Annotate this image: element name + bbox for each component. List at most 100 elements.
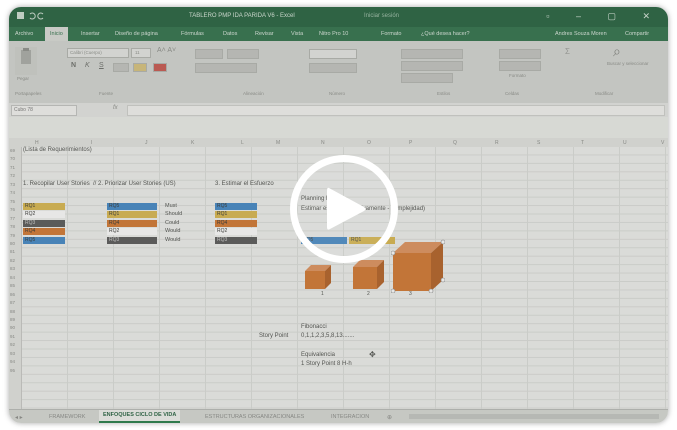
insert-cells-button[interactable]: [499, 49, 541, 59]
share-button[interactable]: Compartir: [625, 31, 649, 37]
wrap-text-button[interactable]: [227, 49, 259, 59]
tab-datos[interactable]: Datos: [223, 31, 237, 37]
underline-button[interactable]: S: [99, 62, 104, 69]
requirement-cell[interactable]: RQ3: [107, 236, 157, 244]
row-header[interactable]: 90: [10, 325, 15, 330]
sheet-tab-estructuras[interactable]: ESTRUCTURAS ORGANIZACIONALES: [205, 414, 304, 420]
requirement-cell[interactable]: RQ4: [23, 228, 65, 236]
row-header[interactable]: 84: [10, 275, 15, 280]
row-header[interactable]: 82: [10, 258, 15, 263]
row-header[interactable]: 71: [10, 165, 15, 170]
row-header[interactable]: 78: [10, 224, 15, 229]
col-s[interactable]: S: [537, 140, 540, 146]
col-j[interactable]: J: [145, 140, 148, 146]
requirement-cell[interactable]: RQ4: [215, 219, 257, 227]
row-header[interactable]: 74: [10, 190, 15, 195]
video-thumbnail[interactable]: TABLERO PMP IDA PARIDA V6 - Excel Inicia…: [9, 7, 668, 423]
cube-medium[interactable]: [351, 257, 385, 291]
number-buttons[interactable]: [309, 63, 357, 73]
redo-icon[interactable]: [37, 12, 44, 20]
align-top-button[interactable]: [195, 49, 223, 59]
row-header[interactable]: 91: [10, 334, 15, 339]
row-header[interactable]: 88: [10, 309, 15, 314]
row-header[interactable]: 79: [10, 233, 15, 238]
tab-diseno[interactable]: Diseño de página: [115, 31, 158, 37]
cube-large[interactable]: [391, 239, 445, 293]
col-u[interactable]: U: [623, 140, 627, 146]
format-as-table-button[interactable]: [401, 61, 463, 71]
number-format-select[interactable]: [309, 49, 357, 59]
user-name[interactable]: Andres Souza Moren: [555, 31, 607, 37]
row-header[interactable]: 89: [10, 317, 15, 322]
row-header[interactable]: 87: [10, 300, 15, 305]
requirement-cell[interactable]: RQ4: [107, 219, 157, 227]
play-button[interactable]: [290, 155, 398, 263]
undo-icon[interactable]: [29, 12, 36, 20]
row-header[interactable]: 83: [10, 266, 15, 271]
cell-styles-button[interactable]: [401, 73, 453, 83]
row-header[interactable]: 76: [10, 207, 15, 212]
row-header[interactable]: 73: [10, 182, 15, 187]
col-r[interactable]: R: [495, 140, 499, 146]
col-m[interactable]: M: [276, 140, 280, 146]
row-header[interactable]: 75: [10, 199, 15, 204]
row-header[interactable]: 69: [10, 148, 15, 153]
tab-formulas[interactable]: Fórmulas: [181, 31, 204, 37]
font-size-select[interactable]: 11: [131, 48, 151, 58]
conditional-format-button[interactable]: [401, 49, 463, 59]
cube-small[interactable]: [303, 261, 333, 291]
requirement-cell[interactable]: RQ5: [23, 236, 65, 244]
row-header[interactable]: 93: [10, 351, 15, 356]
horizontal-scrollbar[interactable]: [409, 414, 659, 419]
search-icon[interactable]: ⌕: [613, 43, 621, 60]
requirement-cell[interactable]: RQ3: [23, 219, 65, 227]
col-k[interactable]: K: [191, 140, 194, 146]
window-controls[interactable]: ▫ – ▢ ✕: [546, 11, 662, 22]
font-name-select[interactable]: Calibri (Cuerpo): [67, 48, 129, 58]
fx-icon[interactable]: fx: [113, 105, 118, 111]
save-icon[interactable]: [17, 12, 24, 19]
sign-in-hint[interactable]: Iniciar sesión: [364, 13, 399, 19]
requirement-cell[interactable]: RQ2: [107, 228, 157, 236]
requirement-cell[interactable]: RQ1: [23, 203, 65, 210]
font-color-button[interactable]: [153, 63, 167, 72]
row-header[interactable]: 80: [10, 241, 15, 246]
row-header[interactable]: 77: [10, 216, 15, 221]
col-l[interactable]: L: [241, 140, 244, 146]
row-header[interactable]: 70: [10, 156, 15, 161]
col-o[interactable]: O: [367, 140, 371, 146]
row-header[interactable]: 85: [10, 283, 15, 288]
row-header[interactable]: 81: [10, 249, 15, 254]
sheet-tab-framework[interactable]: FRAMEWORK: [49, 414, 85, 420]
col-p[interactable]: P: [409, 140, 412, 146]
add-sheet-icon[interactable]: ⊕: [387, 414, 392, 421]
quick-access-toolbar[interactable]: [17, 11, 57, 21]
tab-vista[interactable]: Vista: [291, 31, 303, 37]
borders-button[interactable]: [113, 63, 129, 72]
name-box[interactable]: Cubo 78: [11, 105, 77, 116]
row-header[interactable]: 94: [10, 359, 15, 364]
tab-archivo[interactable]: Archivo: [15, 31, 33, 37]
tab-insertar[interactable]: Insertar: [81, 31, 100, 37]
sum-icon[interactable]: Σ: [565, 47, 570, 56]
requirement-cell[interactable]: RQ3: [215, 236, 257, 244]
paste-button[interactable]: [15, 47, 37, 75]
row-header[interactable]: 95: [10, 368, 15, 373]
requirement-cell[interactable]: RQ2: [23, 211, 65, 219]
tab-formato[interactable]: Formato: [381, 31, 401, 37]
align-row-buttons[interactable]: [195, 63, 257, 73]
fill-color-button[interactable]: [133, 63, 147, 72]
tell-me-search[interactable]: ¿Qué desea hacer?: [421, 31, 470, 37]
sheet-tab-integracion[interactable]: INTEGRACION: [331, 414, 369, 420]
italic-button[interactable]: K: [85, 62, 90, 69]
requirement-cell[interactable]: RQ5: [107, 203, 157, 210]
tab-nitro[interactable]: Nitro Pro 10: [319, 31, 348, 37]
col-i[interactable]: I: [91, 140, 92, 146]
col-n[interactable]: N: [321, 140, 325, 146]
col-v[interactable]: V: [661, 140, 664, 146]
requirement-cell[interactable]: RQ5: [215, 203, 257, 210]
find-select-button[interactable]: Buscar y seleccionar: [607, 61, 649, 66]
col-h[interactable]: H: [35, 140, 39, 146]
formula-input[interactable]: [127, 105, 665, 116]
col-q[interactable]: Q: [453, 140, 457, 146]
